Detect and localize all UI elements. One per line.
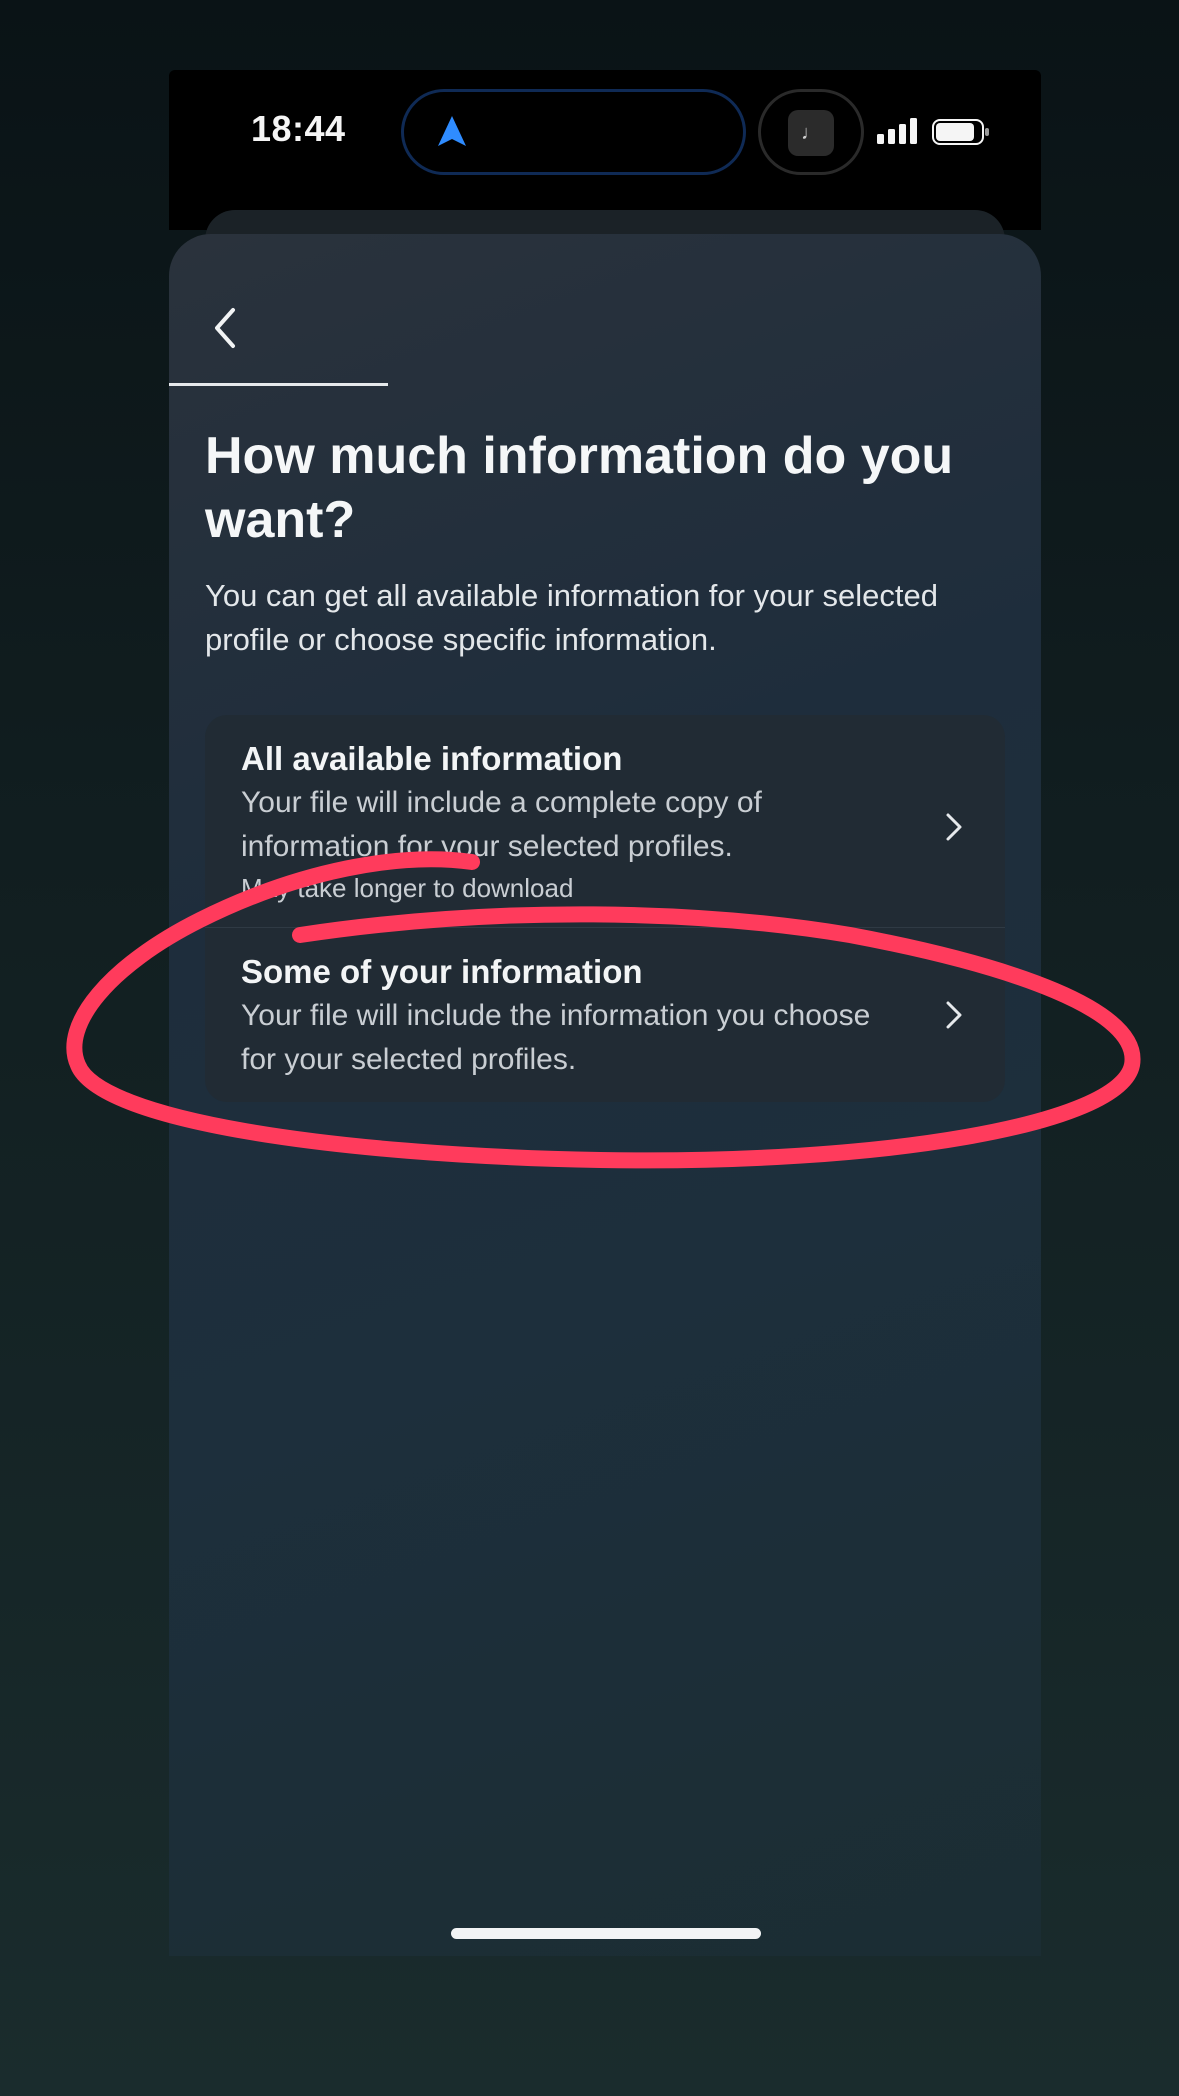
page-title: How much information do you want? bbox=[205, 427, 954, 549]
page-subtitle: You can get all available information fo… bbox=[205, 578, 938, 657]
chevron-right-icon bbox=[946, 1001, 962, 1029]
option-all-information[interactable]: All available information Your file will… bbox=[205, 715, 1005, 927]
option-some-information[interactable]: Some of your information Your file will … bbox=[205, 927, 1005, 1102]
cellular-signal-icon bbox=[877, 118, 917, 144]
header-divider bbox=[169, 383, 388, 386]
dynamic-island bbox=[401, 89, 746, 175]
status-time: 18:44 bbox=[251, 108, 346, 149]
battery-icon bbox=[932, 119, 989, 145]
option-title: Some of your information bbox=[241, 953, 643, 990]
options-list: All available information Your file will… bbox=[205, 715, 1005, 1102]
modal-sheet: How much information do you want? You ca… bbox=[169, 234, 1041, 1956]
dynamic-island-camera: ♩ bbox=[758, 89, 864, 175]
option-description: Your file will include the information y… bbox=[241, 999, 871, 1076]
back-chevron-icon[interactable] bbox=[205, 300, 245, 356]
option-note: May take longer to download bbox=[241, 873, 574, 903]
home-indicator bbox=[451, 1928, 761, 1939]
chevron-right-icon bbox=[946, 813, 962, 841]
location-arrow-icon bbox=[438, 116, 466, 146]
option-description: Your file will include a complete copy o… bbox=[241, 786, 762, 863]
option-title: All available information bbox=[241, 740, 623, 777]
music-note-icon: ♩ bbox=[788, 110, 834, 156]
